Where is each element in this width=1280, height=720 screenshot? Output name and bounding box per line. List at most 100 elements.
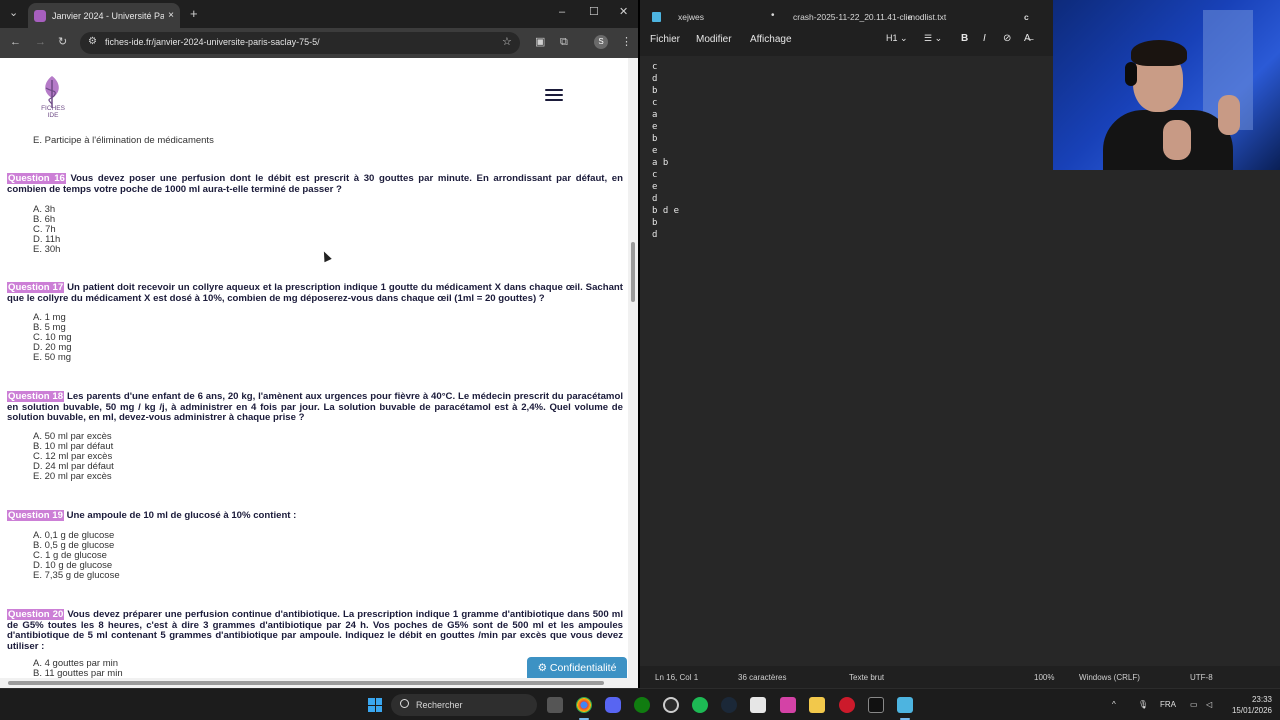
italic-icon[interactable]: I: [983, 33, 986, 44]
zoom-level: 100%: [1034, 673, 1055, 682]
question-text: Vous devez poser une perfusion dont le d…: [7, 173, 623, 195]
maximize-button[interactable]: ☐: [589, 7, 599, 18]
volume-icon[interactable]: ◁: [1206, 700, 1212, 709]
answer-option: B. 11 gouttes par min: [33, 668, 123, 679]
notepad-app-icon: [652, 12, 661, 22]
menu-hamburger-icon[interactable]: [545, 89, 563, 103]
text-line: e: [652, 122, 658, 132]
windows-taskbar: Rechercher ^ 🎙 FRA ▭ ◁ 23:33 15/01/2026: [0, 688, 1280, 720]
tray-chevron-icon[interactable]: ^: [1112, 700, 1116, 709]
tab-close-icon[interactable]: ×: [168, 10, 174, 21]
start-windows-icon[interactable]: [368, 698, 382, 712]
bold-icon[interactable]: B: [961, 33, 968, 44]
address-bar[interactable]: ⚙ fiches-ide.fr/janvier-2024-universite-…: [80, 32, 520, 54]
back-arrow-icon[interactable]: ←: [10, 37, 21, 48]
onenote-icon[interactable]: [780, 697, 796, 713]
unsaved-dot-icon: •: [771, 10, 775, 21]
mouse-cursor-icon: [320, 249, 332, 263]
horizontal-scroll-thumb[interactable]: [8, 681, 604, 685]
forward-arrow-icon[interactable]: →: [35, 37, 46, 48]
answers-20: A. 4 gouttes par min B. 11 gouttes par m…: [33, 659, 123, 679]
answer-option: E. 30h: [33, 244, 61, 255]
text-line: a: [652, 110, 658, 120]
question-18: Question 18 Les parents d'une enfant de …: [7, 391, 623, 424]
spotify-icon[interactable]: [692, 697, 708, 713]
clear-format-icon[interactable]: A̶: [1024, 33, 1031, 44]
heading-dropdown[interactable]: H1 ⌄: [886, 33, 908, 44]
microphone-icon[interactable]: 🎙: [1138, 700, 1148, 709]
notepad-tab-2[interactable]: crash-2025-11-22_20.11.41-clie: [793, 12, 912, 22]
webcam-overlay: [1053, 0, 1280, 170]
confidentiality-button[interactable]: ⚙ Confidentialité: [527, 657, 627, 678]
question-16: Question 16 Vous devez poser une perfusi…: [7, 173, 623, 195]
chrome-icon[interactable]: [576, 697, 592, 713]
xbox-icon[interactable]: [634, 697, 650, 713]
network-icon[interactable]: ▭: [1190, 700, 1198, 709]
taskbar-clock[interactable]: 23:33 15/01/2026: [1222, 694, 1272, 716]
file-explorer-icon[interactable]: [809, 697, 825, 713]
opera-gx-icon[interactable]: [839, 697, 855, 713]
question-19: Question 19 Une ampoule de 10 ml de gluc…: [7, 510, 623, 522]
minimize-button[interactable]: –: [559, 7, 565, 18]
text-line: c: [652, 170, 658, 180]
notepad-statusbar: [640, 666, 1280, 688]
notepad-tab-3[interactable]: modlist.txt: [908, 12, 946, 22]
answers-17: A. 1 mg B. 5 mg C. 10 mg D. 20 mg E. 50 …: [33, 313, 72, 363]
close-window-button[interactable]: ✕: [619, 7, 628, 18]
answers-16: A. 3h B. 6h C. 7h D. 11h E. 30h: [33, 205, 60, 255]
webcam-person-hand: [1163, 120, 1191, 160]
text-line: e: [652, 182, 658, 192]
headset-icon: [1125, 62, 1137, 86]
text-line: d: [652, 194, 658, 204]
notepad-taskbar-icon[interactable]: [897, 697, 913, 713]
extensions-puzzle-icon[interactable]: ⧉: [560, 37, 568, 48]
webcam-person-hair: [1131, 40, 1187, 66]
reload-icon[interactable]: ↻: [58, 37, 67, 48]
web-page: FICHES IDE E. Participe à l'élimination …: [0, 58, 628, 678]
answer-option: E. 20 ml par excès: [33, 471, 112, 482]
browser-menu-icon[interactable]: ⋮: [621, 37, 632, 48]
link-icon[interactable]: ⊘: [1003, 33, 1011, 44]
list-dropdown-icon[interactable]: ☰ ⌄: [924, 33, 942, 44]
encoding: UTF-8: [1190, 673, 1213, 682]
line-ending: Windows (CRLF): [1079, 673, 1140, 682]
question-label: Question 16: [7, 173, 66, 184]
tab-active[interactable]: Janvier 2024 - Université Paris-S ×: [28, 3, 180, 28]
new-tab-button[interactable]: +: [190, 7, 198, 20]
browser-toolbar: ← → ↻ ⚙ fiches-ide.fr/janvier-2024-unive…: [0, 28, 638, 58]
menu-modifier[interactable]: Modifier: [696, 34, 732, 45]
text-line: b: [652, 218, 658, 228]
text-line: d: [652, 74, 658, 84]
obs-icon[interactable]: [663, 697, 679, 713]
notepad-tab-1[interactable]: xejwes: [678, 12, 704, 22]
text-line: c: [652, 62, 658, 72]
clock-date: 15/01/2026: [1231, 706, 1272, 715]
extension-m-icon[interactable]: ▣: [535, 37, 545, 48]
text-line: c: [652, 98, 658, 108]
logo-text: FICHES IDE: [41, 105, 65, 119]
notepad-tab-4[interactable]: c: [1024, 12, 1029, 22]
tab-list-chevron-icon[interactable]: ⌄: [9, 8, 18, 19]
text-line: e: [652, 146, 658, 156]
vertical-scrollbar[interactable]: [628, 58, 638, 678]
menu-fichier[interactable]: Fichier: [650, 34, 680, 45]
question-label: Question 20: [7, 609, 65, 620]
taskbar-search[interactable]: Rechercher: [391, 694, 537, 716]
menu-affichage[interactable]: Affichage: [750, 34, 792, 45]
capcut-icon[interactable]: [868, 697, 884, 713]
site-info-icon[interactable]: ⚙: [88, 37, 97, 47]
webcam-person-hand: [1218, 95, 1240, 135]
search-icon: [400, 699, 409, 708]
bookmark-star-icon[interactable]: ☆: [502, 37, 512, 48]
steam-icon[interactable]: [721, 697, 737, 713]
browser-window: ⌄ Janvier 2024 - Université Paris-S × + …: [0, 0, 638, 688]
profile-avatar[interactable]: S: [594, 35, 608, 49]
discord-icon[interactable]: [605, 697, 621, 713]
language-indicator[interactable]: FRA: [1160, 700, 1176, 709]
paint-icon[interactable]: [750, 697, 766, 713]
task-view-icon[interactable]: [547, 697, 563, 713]
question-20: Question 20 Vous devez préparer une perf…: [7, 609, 623, 652]
horizontal-scrollbar[interactable]: [0, 678, 638, 688]
answer-option: E. 50 mg: [33, 352, 72, 363]
vertical-scroll-thumb[interactable]: [631, 242, 635, 302]
